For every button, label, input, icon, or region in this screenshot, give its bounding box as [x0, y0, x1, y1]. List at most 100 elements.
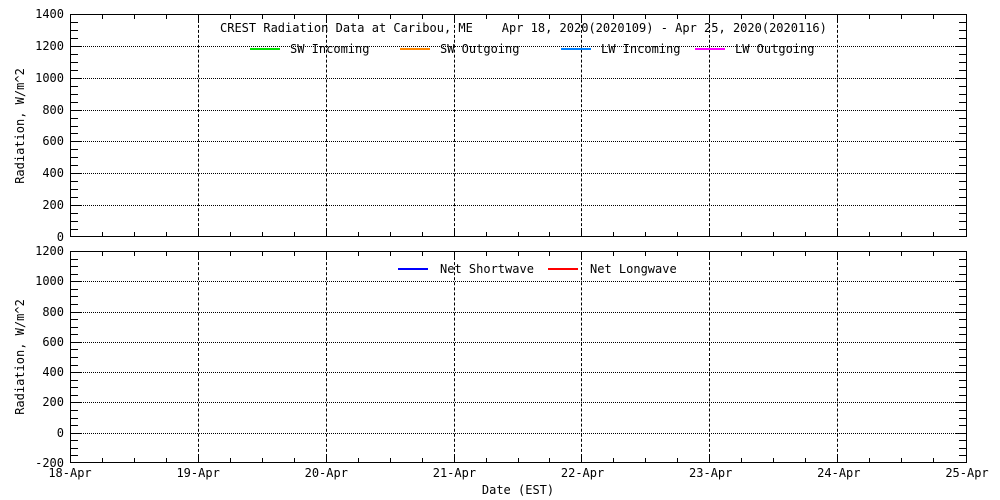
- y-axis-tick: [959, 54, 966, 55]
- y-axis-tick: [959, 327, 966, 328]
- x-tick-label: 18-Apr: [38, 466, 102, 480]
- y-axis-tick: [959, 62, 966, 63]
- x-axis-tick: [262, 232, 263, 236]
- y-axis-tick: [955, 205, 966, 206]
- x-axis-tick: [901, 458, 902, 462]
- y-axis-tick: [955, 281, 966, 282]
- y-axis-tick: [959, 425, 966, 426]
- y-axis-tick: [959, 22, 966, 23]
- x-axis-tick: [134, 252, 135, 256]
- y-axis-tick: [71, 165, 78, 166]
- y-axis-tick: [71, 62, 78, 63]
- x-axis-tick: [645, 252, 646, 256]
- y-axis-tick: [71, 78, 82, 79]
- v-gridline: [709, 252, 710, 462]
- y-axis-tick: [959, 213, 966, 214]
- x-axis-tick: [741, 15, 742, 19]
- x-axis-tick: [102, 232, 103, 236]
- y-axis-tick: [955, 433, 966, 434]
- y-tick-label: 800: [0, 103, 64, 117]
- v-gridline: [198, 15, 199, 236]
- y-axis-tick: [959, 181, 966, 182]
- y-axis-tick: [71, 304, 78, 305]
- h-gridline: [71, 342, 966, 343]
- x-axis-tick: [837, 455, 838, 462]
- x-axis-tick: [166, 252, 167, 256]
- y-axis-tick: [959, 30, 966, 31]
- h-gridline: [71, 312, 966, 313]
- y-axis-tick: [71, 197, 78, 198]
- y-axis-tick: [71, 296, 78, 297]
- y-tick-label: 1200: [0, 39, 64, 53]
- x-axis-tick: [358, 15, 359, 19]
- x-axis-tick: [709, 455, 710, 462]
- x-axis-tick: [422, 458, 423, 462]
- y-axis-tick: [71, 213, 78, 214]
- y-axis-tick: [959, 357, 966, 358]
- lw-incoming-legend-line: [561, 48, 591, 50]
- y-axis-tick: [71, 448, 78, 449]
- y-axis-tick: [955, 78, 966, 79]
- x-axis-tick: [102, 252, 103, 256]
- y-axis-tick: [959, 349, 966, 350]
- y-axis-tick: [71, 181, 78, 182]
- h-gridline: [71, 205, 966, 206]
- x-axis-tick: [326, 229, 327, 236]
- h-gridline: [71, 372, 966, 373]
- y-axis-tick: [71, 189, 78, 190]
- x-axis-tick: [198, 229, 199, 236]
- x-axis-tick: [486, 252, 487, 256]
- y-axis-tick: [71, 126, 78, 127]
- y-axis-tick: [959, 289, 966, 290]
- x-axis-tick: [390, 232, 391, 236]
- y-axis-tick: [71, 425, 78, 426]
- x-tick-label: 23-Apr: [679, 466, 743, 480]
- x-axis-tick: [390, 15, 391, 19]
- y-axis-tick: [71, 319, 78, 320]
- y-tick-label: 0: [0, 230, 64, 244]
- h-gridline: [71, 402, 966, 403]
- y-axis-tick: [959, 304, 966, 305]
- x-axis-tick: [294, 15, 295, 19]
- x-tick-label: 22-Apr: [551, 466, 615, 480]
- x-axis-tick: [677, 232, 678, 236]
- x-axis-tick: [901, 232, 902, 236]
- y-axis-tick: [959, 118, 966, 119]
- x-axis-tick: [486, 458, 487, 462]
- x-axis-tick: [549, 15, 550, 19]
- y-axis-tick: [959, 410, 966, 411]
- y-axis-tick: [955, 402, 966, 403]
- y-tick-label: 400: [0, 365, 64, 379]
- bottom-panel-plot-area: [70, 251, 967, 463]
- y-axis-tick: [959, 86, 966, 87]
- y-axis-tick: [959, 70, 966, 71]
- y-axis-tick: [71, 54, 78, 55]
- y-axis-tick: [959, 165, 966, 166]
- y-axis-tick: [71, 221, 78, 222]
- y-axis-tick: [955, 110, 966, 111]
- legend-label-sw-outgoing: SW Outgoing: [440, 42, 519, 56]
- x-axis-tick: [454, 455, 455, 462]
- y-axis-tick: [959, 133, 966, 134]
- x-axis-tick: [326, 455, 327, 462]
- y-axis-tick: [71, 94, 78, 95]
- x-axis-tick: [869, 458, 870, 462]
- y-tick-label: 1000: [0, 274, 64, 288]
- y-axis-tick: [959, 440, 966, 441]
- y-axis-tick: [71, 327, 78, 328]
- x-axis-tick: [230, 232, 231, 236]
- y-axis-tick: [959, 157, 966, 158]
- x-axis-tick: [741, 458, 742, 462]
- x-axis-tick: [198, 455, 199, 462]
- y-axis-tick: [955, 141, 966, 142]
- x-axis-label: Date (EST): [482, 483, 554, 497]
- x-axis-tick: [422, 15, 423, 19]
- x-axis-tick: [613, 252, 614, 256]
- x-axis-tick: [166, 15, 167, 19]
- x-axis-tick: [518, 252, 519, 256]
- y-axis-tick: [959, 296, 966, 297]
- x-axis-tick: [198, 15, 199, 22]
- y-axis-tick: [959, 94, 966, 95]
- sw-outgoing-legend-line: [400, 48, 430, 50]
- y-axis-tick: [71, 102, 78, 103]
